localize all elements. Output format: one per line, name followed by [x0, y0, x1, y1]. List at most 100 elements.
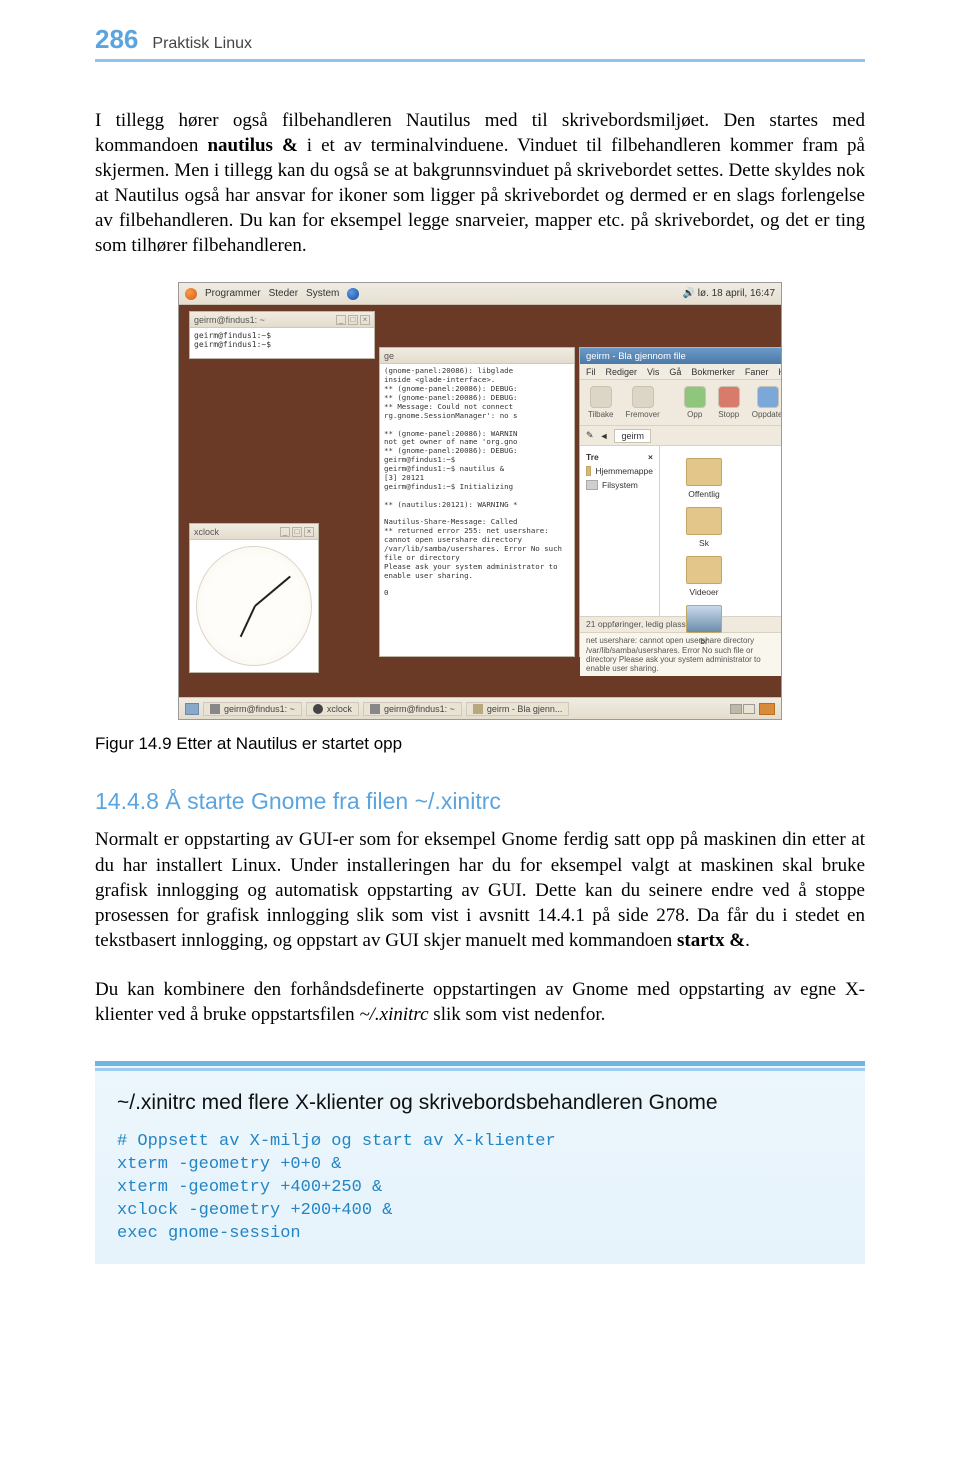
up-icon	[684, 386, 706, 408]
sidebar-item-filesystem[interactable]: Filsystem	[584, 478, 655, 492]
menu-rediger[interactable]: Rediger	[606, 367, 638, 377]
sidebar-label: Hjemmemappe	[595, 466, 653, 476]
folder-br[interactable]: br	[674, 605, 734, 646]
window-titlebar[interactable]: geirm@findus1: ~ _□×	[190, 312, 374, 328]
terminal-window-2[interactable]: ge (gnome-panel:20086): libglade inside …	[379, 347, 575, 657]
toolbar-label: Opp	[687, 410, 702, 419]
text: .	[745, 930, 750, 951]
folder-offentlig[interactable]: Offentlig	[674, 458, 734, 499]
menu-vis[interactable]: Vis	[647, 367, 659, 377]
toolbar-label: Fremover	[626, 410, 660, 419]
minimize-icon[interactable]: _	[280, 527, 290, 537]
menu-system[interactable]: System	[306, 288, 339, 299]
menu-bokmerker[interactable]: Bokmerker	[691, 367, 735, 377]
toolbar-reload-button[interactable]: Oppdater	[752, 386, 782, 419]
nautilus-file-view[interactable]: Offentlig Sk Videoer br	[660, 446, 781, 616]
toolbar-label: Stopp	[718, 410, 739, 419]
xclock-window[interactable]: xclock _□×	[189, 523, 319, 673]
nautilus-location-bar[interactable]: ✎ ◄ geirm	[580, 426, 781, 446]
filename-text: ~/.xinitrc	[359, 1004, 428, 1025]
toolbar-stop-button[interactable]: Stopp	[718, 386, 740, 419]
terminal-body[interactable]: geirm@findus1:~$ geirm@findus1:~$	[190, 328, 374, 358]
menu-hjelp[interactable]: Hjelp	[778, 367, 782, 377]
window-buttons[interactable]: _□×	[278, 526, 314, 537]
workspace-switcher[interactable]	[730, 704, 755, 714]
taskbar-label: xclock	[327, 704, 352, 714]
body-paragraph-3: Du kan kombinere den forhåndsdefinerte o…	[95, 977, 865, 1027]
window-titlebar[interactable]: xclock _□×	[190, 524, 318, 540]
toolbar-up-button[interactable]: Opp	[684, 386, 706, 419]
sidebar-header: Tre ×	[584, 450, 655, 464]
home-icon	[586, 466, 591, 476]
menu-fil[interactable]: Fil	[586, 367, 596, 377]
speaker-icon[interactable]: 🔊	[683, 288, 695, 299]
taskbar-label: geirm@findus1: ~	[384, 704, 455, 714]
disk-icon	[586, 480, 598, 490]
location-crumb[interactable]: geirm	[614, 429, 651, 443]
menu-steder[interactable]: Steder	[269, 288, 298, 299]
panel-clock: lø. 18 april, 16:47	[698, 288, 775, 299]
close-icon[interactable]: ×	[360, 315, 370, 325]
taskbar-item-terminal2[interactable]: geirm@findus1: ~	[363, 702, 462, 716]
folder-icon	[686, 556, 722, 584]
folder-label: Sk	[699, 538, 709, 548]
code-box-xinitrc: ~/.xinitrc med flere X-klienter og skriv…	[95, 1061, 865, 1264]
gnome-bottom-panel: geirm@findus1: ~ xclock geirm@findus1: ~…	[179, 697, 781, 719]
window-titlebar[interactable]: ge	[380, 348, 574, 364]
maximize-icon[interactable]: □	[292, 527, 302, 537]
folder-label: br	[700, 636, 708, 646]
forward-icon	[632, 386, 654, 408]
page-header: 286 Praktisk Linux	[95, 24, 865, 55]
sidebar-label: Filsystem	[602, 480, 638, 490]
menu-programmer[interactable]: Programmer	[205, 288, 261, 299]
taskbar-label: geirm - Bla gjenn...	[487, 704, 563, 714]
menu-ga[interactable]: Gå	[669, 367, 681, 377]
folder-icon	[686, 507, 722, 535]
window-titlebar[interactable]: geirm - Bla gjennom file	[580, 348, 781, 364]
clock-hand-hour	[254, 576, 291, 607]
window-buttons[interactable]: _□×	[334, 314, 370, 325]
taskbar-item-nautilus[interactable]: geirm - Bla gjenn...	[466, 702, 570, 716]
folder-videoer[interactable]: Videoer	[674, 556, 734, 597]
clock-hand-minute	[240, 606, 256, 638]
folder-sk[interactable]: Sk	[674, 507, 734, 548]
gnome-top-panel: Programmer Steder System 🔊 lø. 18 april,…	[179, 283, 781, 305]
reload-icon	[757, 386, 779, 408]
code-box-content: # Oppsett av X-miljø og start av X-klien…	[95, 1131, 865, 1246]
trash-icon[interactable]	[759, 703, 775, 715]
book-title: Praktisk Linux	[152, 35, 252, 53]
taskbar-item-xclock[interactable]: xclock	[306, 702, 359, 716]
taskbar-item-terminal1[interactable]: geirm@findus1: ~	[203, 702, 302, 716]
body-paragraph-2: Normalt er oppstarting av GUI-er som for…	[95, 827, 865, 952]
minimize-icon[interactable]: _	[336, 315, 346, 325]
terminal-window-1[interactable]: geirm@findus1: ~ _□× geirm@findus1:~$ ge…	[189, 311, 375, 359]
decorative-stripe	[95, 1061, 865, 1066]
nautilus-window[interactable]: geirm - Bla gjennom file Fil Rediger Vis…	[579, 347, 781, 657]
terminal-body[interactable]: (gnome-panel:20086): libglade inside <gl…	[380, 364, 574, 654]
terminal-icon	[210, 704, 220, 714]
nautilus-toolbar: Tilbake Fremover Opp Stopp Oppdater	[580, 380, 781, 426]
pencil-icon[interactable]: ✎	[586, 430, 594, 441]
nautilus-sidebar: Tre × Hjemmemappe Filsystem	[580, 446, 660, 616]
menu-faner[interactable]: Faner	[745, 367, 769, 377]
show-desktop-icon[interactable]	[185, 703, 199, 715]
sidebar-item-home[interactable]: Hjemmemappe	[584, 464, 655, 478]
ubuntu-logo-icon	[185, 288, 197, 300]
terminal-icon	[370, 704, 380, 714]
toolbar-back-button[interactable]: Tilbake	[588, 386, 614, 419]
nautilus-menubar[interactable]: Fil Rediger Vis Gå Bokmerker Faner Hjelp	[580, 364, 781, 380]
command-text: startx &	[677, 930, 745, 951]
back-small-icon[interactable]: ◄	[600, 431, 609, 441]
window-title: ge	[384, 351, 394, 361]
folder-label: Videoer	[689, 587, 718, 597]
window-title: xclock	[194, 527, 219, 537]
close-icon[interactable]: ×	[648, 452, 653, 462]
top-panel-right: 🔊 lø. 18 april, 16:47	[683, 288, 776, 299]
close-icon[interactable]: ×	[304, 527, 314, 537]
top-panel-left: Programmer Steder System	[185, 288, 359, 300]
maximize-icon[interactable]: □	[348, 315, 358, 325]
toolbar-forward-button[interactable]: Fremover	[626, 386, 660, 419]
header-rule	[95, 59, 865, 62]
firefox-icon[interactable]	[347, 288, 359, 300]
folder-icon	[686, 458, 722, 486]
